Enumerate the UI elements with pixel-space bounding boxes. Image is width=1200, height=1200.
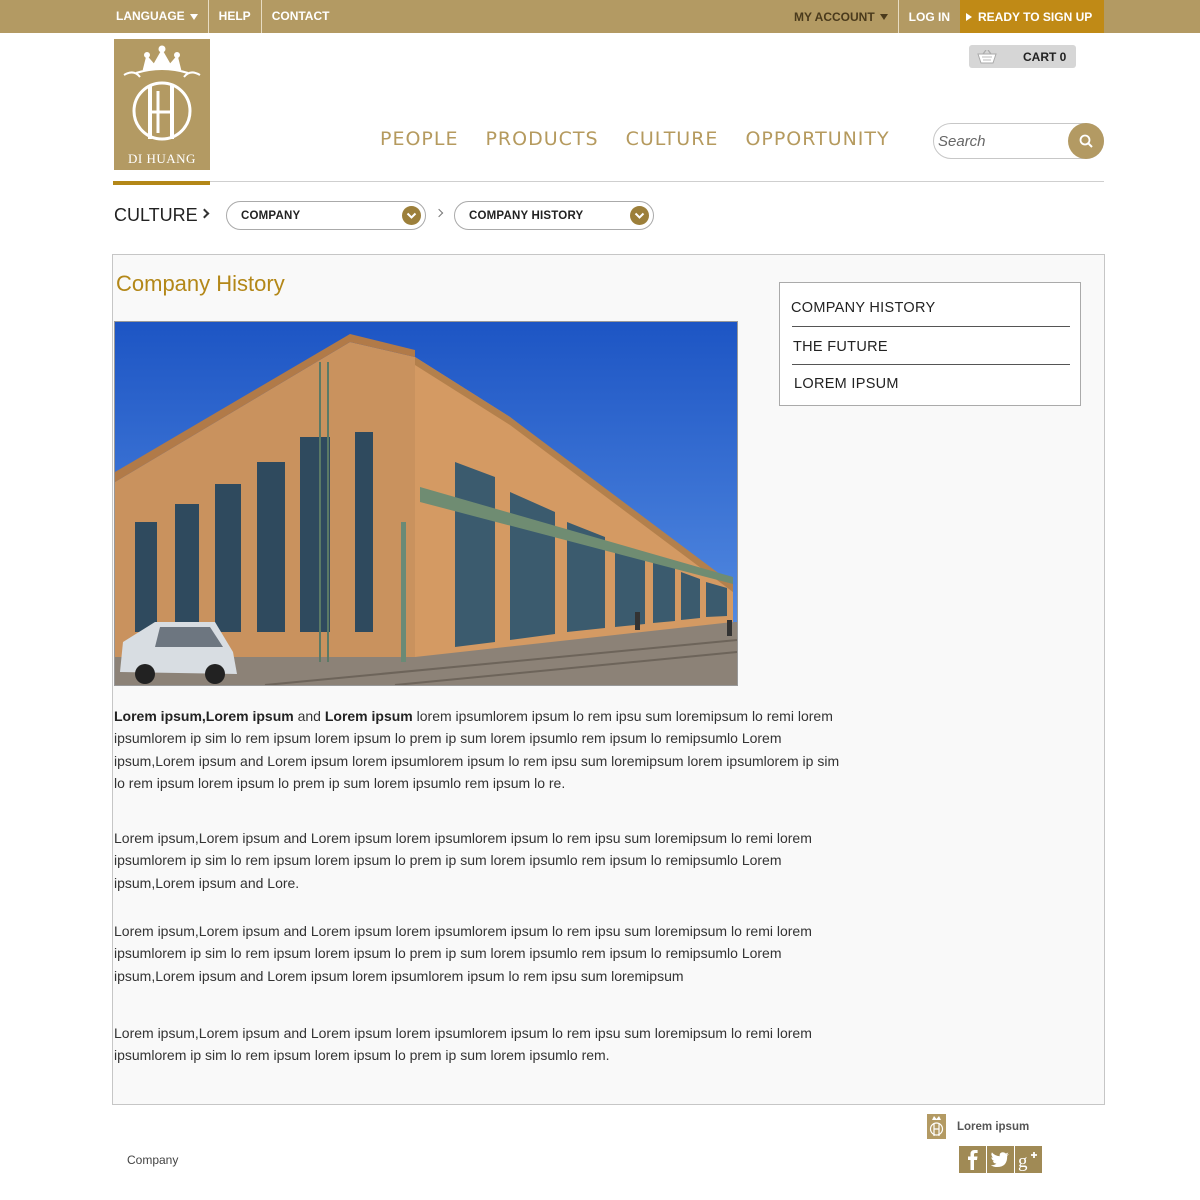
footer-company-link[interactable]: Company: [127, 1153, 178, 1167]
brand-name: DI HUANG: [128, 151, 196, 166]
dropdown-caret-icon: [189, 13, 198, 20]
header-accent-bar: [113, 181, 210, 185]
top-bar: LANGUAGE HELP CONTACT MY ACCOUNT LOG IN …: [0, 0, 1200, 33]
language-label: LANGUAGE: [116, 9, 185, 23]
chevron-right-icon: [199, 208, 210, 219]
company-select[interactable]: COMPANY: [226, 201, 426, 230]
nav-item-products[interactable]: PRODUCTS: [485, 128, 598, 150]
svg-text:g: g: [1018, 1151, 1028, 1172]
cart-button[interactable]: CART 0: [969, 45, 1076, 68]
footer-logo-icon: [927, 1114, 946, 1139]
my-account-label: MY ACCOUNT: [793, 9, 875, 24]
subnav-item-company-history[interactable]: COMPANY HISTORY: [791, 300, 935, 316]
bold-text: Lorem ipsum: [324, 708, 413, 724]
login-link[interactable]: LOG IN: [899, 0, 960, 33]
crown-monogram-icon: [123, 45, 201, 141]
subnav-item-lorem-ipsum[interactable]: LOREM IPSUM: [794, 376, 899, 392]
chevron-right-icon: [434, 208, 444, 218]
body-paragraph-2: Lorem ipsum,Lorem ipsum and Lorem ipsum …: [114, 830, 812, 891]
company-history-select-label: COMPANY HISTORY: [469, 210, 584, 222]
search-box: [933, 123, 1104, 159]
dropdown-caret-icon: [879, 13, 888, 20]
signup-label: READY TO SIGN UP: [978, 9, 1093, 24]
help-link[interactable]: HELP: [209, 0, 262, 33]
main-nav: PEOPLE PRODUCTS CULTURE OPPORTUNITY: [380, 128, 890, 150]
body-paragraph-4: Lorem ipsum,Lorem ipsum and Lorem ipsum …: [114, 1025, 812, 1064]
nav-item-culture[interactable]: CULTURE: [626, 128, 719, 150]
play-arrow-icon: [966, 12, 972, 21]
breadcrumb-section[interactable]: CULTURE: [114, 205, 198, 226]
google-plus-icon[interactable]: g: [1015, 1146, 1042, 1173]
brand-logo[interactable]: DI HUANG: [114, 39, 210, 170]
nav-item-people[interactable]: PEOPLE: [380, 128, 458, 150]
company-history-select[interactable]: COMPANY HISTORY: [454, 201, 654, 230]
subnav-item-the-future[interactable]: THE FUTURE: [793, 339, 888, 355]
company-select-label: COMPANY: [241, 210, 301, 222]
basket-icon: [977, 50, 997, 64]
help-label: HELP: [218, 9, 251, 23]
chevron-down-icon: [630, 206, 649, 225]
nav-item-opportunity[interactable]: OPPORTUNITY: [745, 128, 889, 150]
language-menu[interactable]: LANGUAGE: [106, 0, 209, 33]
body-paragraph-1: Lorem ipsum,Lorem ipsum and Lorem ipsum …: [114, 705, 844, 794]
account-links: MY ACCOUNT LOG IN READY TO SIGN UP: [784, 0, 1104, 33]
contact-link[interactable]: CONTACT: [262, 0, 340, 33]
search-input[interactable]: [938, 131, 1066, 151]
twitter-icon[interactable]: [987, 1146, 1014, 1173]
search-icon: [1079, 134, 1093, 148]
my-account-menu[interactable]: MY ACCOUNT: [784, 0, 899, 33]
page-title: Company History: [116, 271, 285, 296]
section-subnav: COMPANY HISTORY THE FUTURE LOREM IPSUM: [779, 282, 1081, 406]
login-label: LOG IN: [908, 9, 950, 24]
search-button[interactable]: [1068, 123, 1104, 159]
chevron-down-icon: [402, 206, 421, 225]
signup-button[interactable]: READY TO SIGN UP: [960, 0, 1104, 33]
contact-label: CONTACT: [271, 9, 330, 23]
paragraph-text: and: [293, 708, 325, 724]
footer-lorem-link[interactable]: Lorem ipsum: [957, 1121, 1029, 1133]
cart-label: CART 0: [1023, 50, 1067, 64]
body-paragraph-3: Lorem ipsum,Lorem ipsum and Lorem ipsum …: [114, 923, 812, 984]
subnav-divider: [792, 326, 1070, 327]
bold-text: Lorem ipsum,Lorem ipsum: [114, 708, 294, 724]
subnav-divider: [792, 364, 1070, 365]
header-divider: [113, 181, 1104, 182]
top-links: LANGUAGE HELP CONTACT: [106, 0, 339, 33]
building-photo: [114, 321, 738, 686]
facebook-icon[interactable]: [959, 1146, 986, 1173]
